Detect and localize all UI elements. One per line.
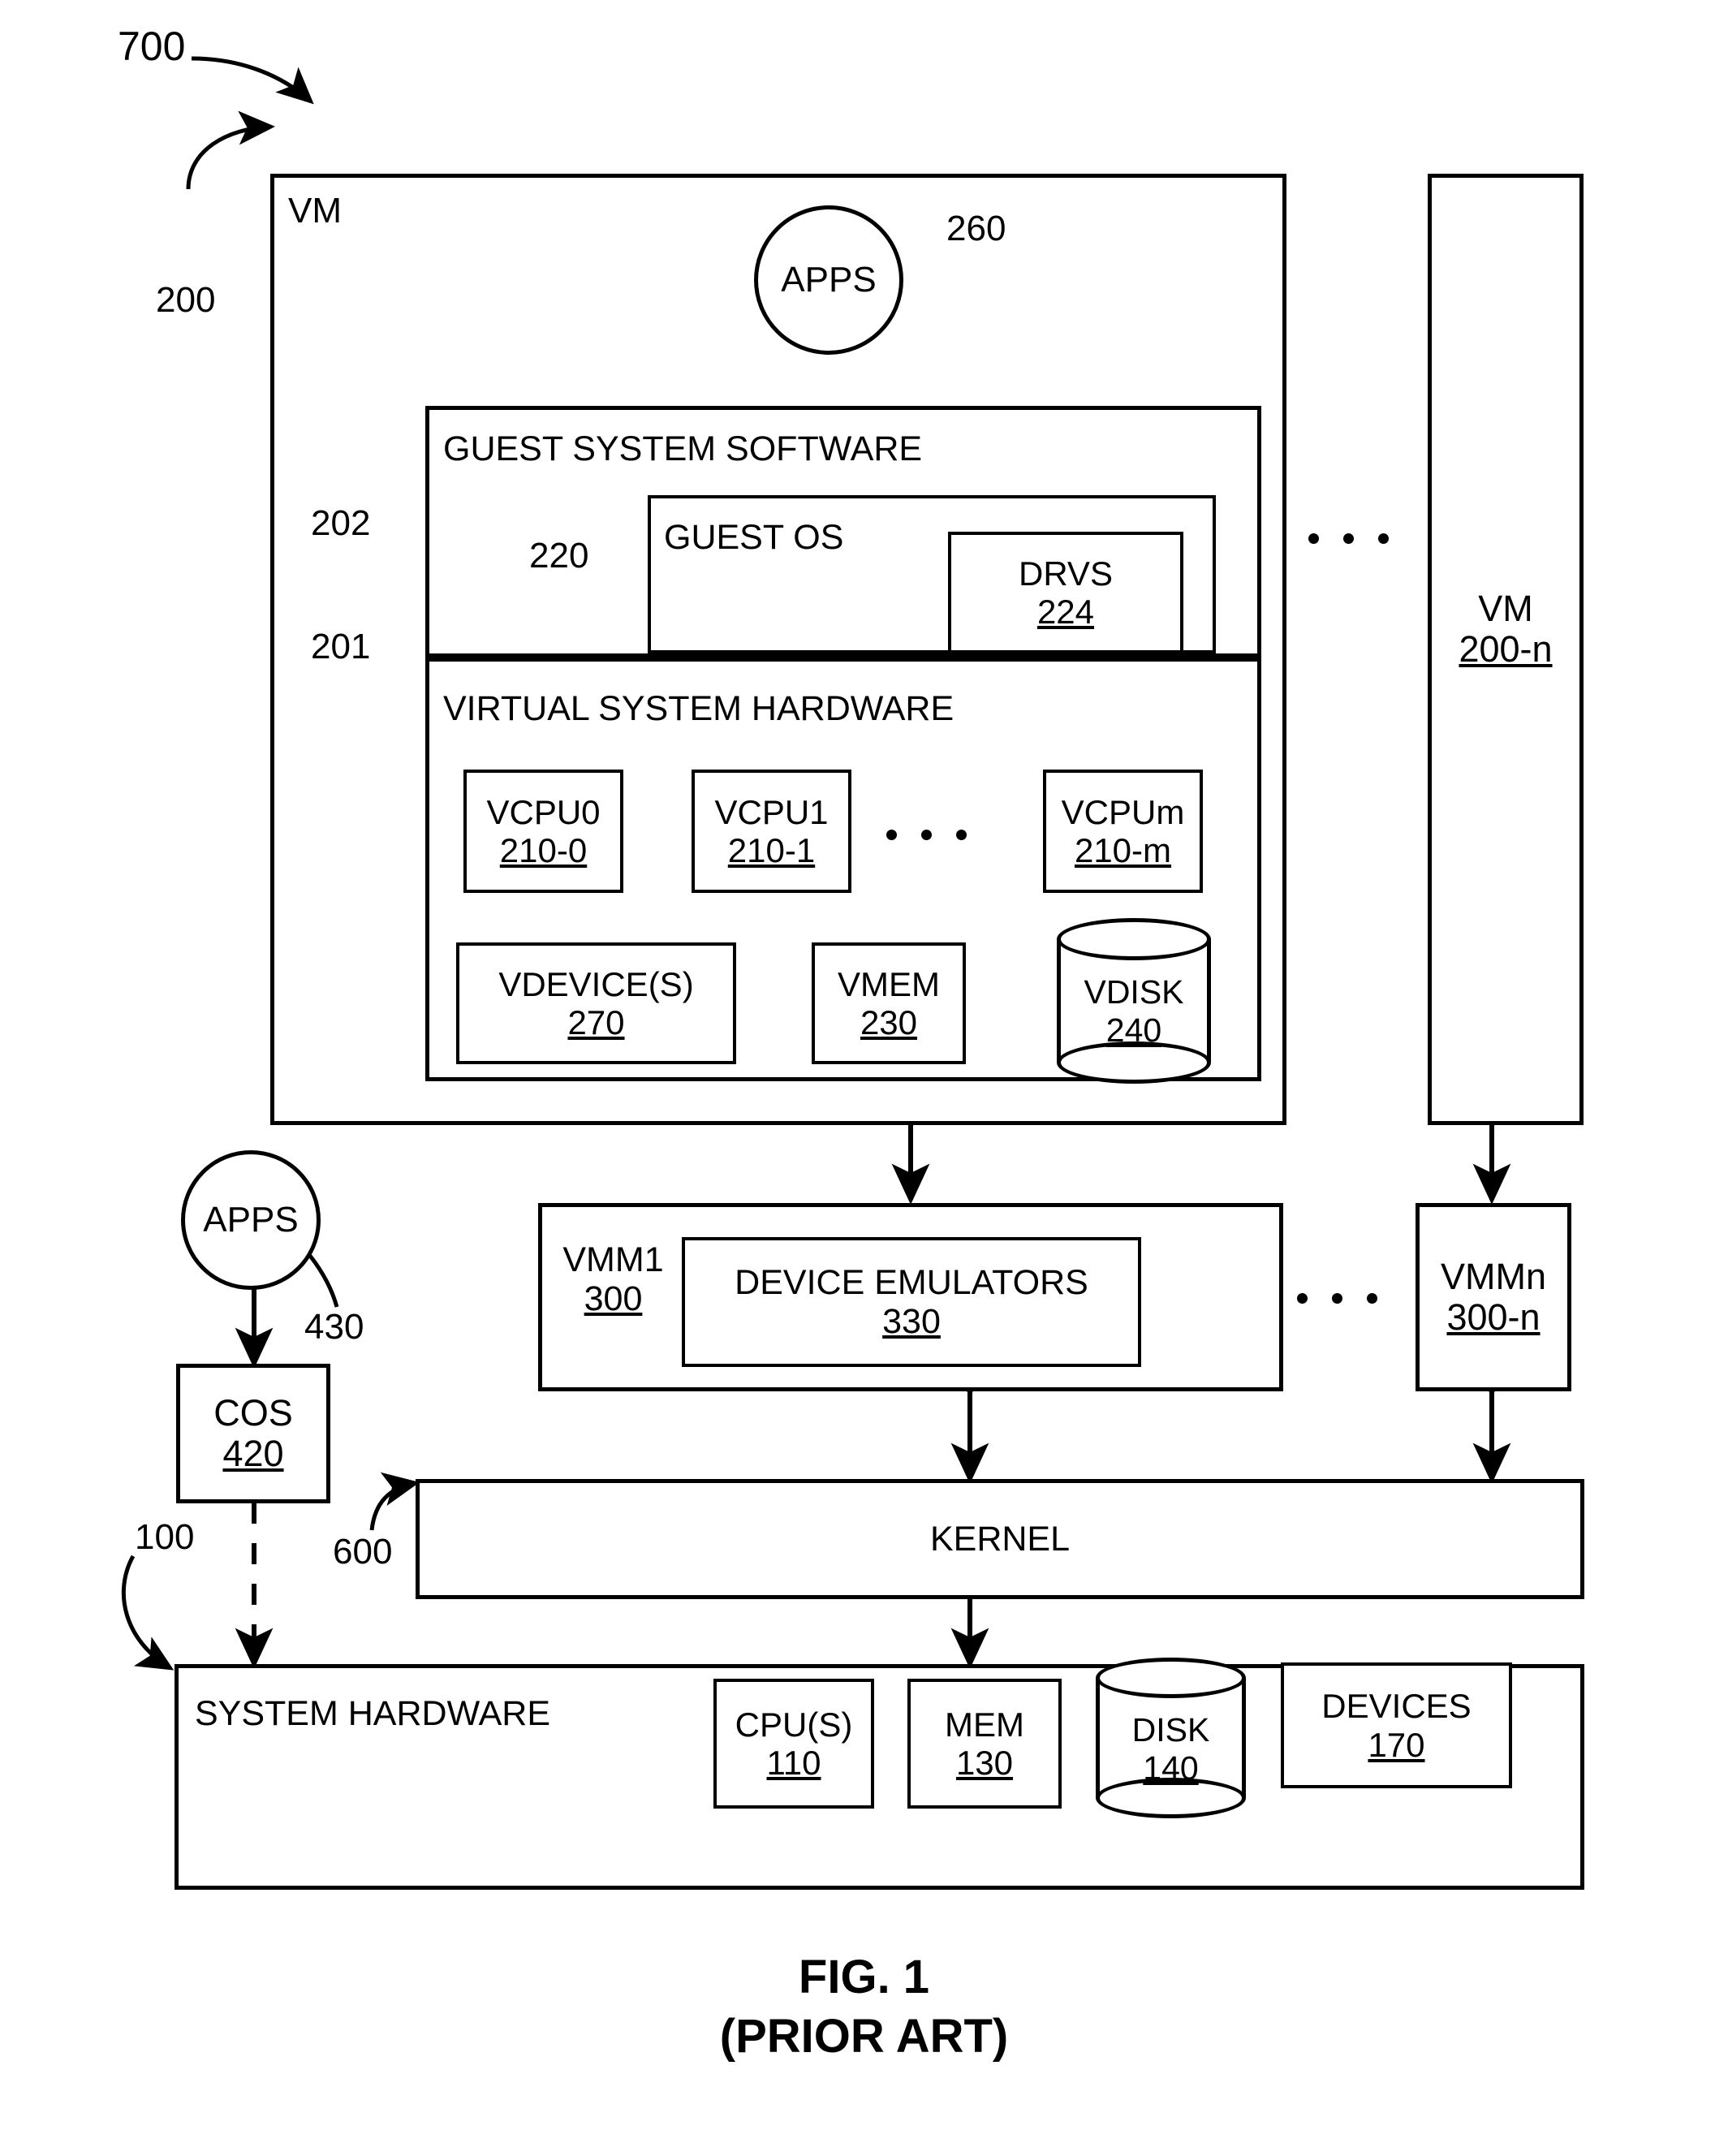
ellipsis-dot (956, 830, 967, 840)
ref-220: 220 (529, 536, 589, 576)
vmem-label-group: VMEM 230 (812, 942, 966, 1064)
guest-system-software-title: GUEST SYSTEM SOFTWARE (443, 429, 923, 468)
vcpu-ellipsis (886, 830, 967, 840)
vmm1-label-group: VMM1 300 (550, 1214, 676, 1344)
drvs-ref: 224 (1036, 593, 1095, 631)
vdisk-label-group: VDISK 240 (1057, 951, 1211, 1072)
apps-430-circle: APPS (181, 1150, 321, 1290)
vcpu1-label-group: VCPU1 210-1 (692, 770, 851, 893)
vcpu1-ref: 210-1 (727, 831, 816, 869)
devices-label: DEVICES (1321, 1687, 1472, 1726)
ref-430: 430 (304, 1307, 364, 1347)
ellipsis-dot (886, 830, 897, 840)
vm-200n-ref: 200-n (1459, 628, 1553, 670)
leader-700 (191, 56, 314, 105)
vm-title: VM (288, 191, 342, 231)
vmmn-label-group: VMMn 300-n (1416, 1203, 1571, 1391)
leader-600 (369, 1472, 420, 1531)
vcpu0-ref: 210-0 (499, 831, 588, 869)
device-emulators-ref: 330 (882, 1302, 941, 1341)
cpus-label: CPU(S) (735, 1705, 853, 1744)
vcpum-ref: 210-m (1074, 831, 1172, 869)
vdevices-label-group: VDEVICE(S) 270 (456, 942, 736, 1064)
vcpu1-label: VCPU1 (714, 792, 829, 831)
mem-label-group: MEM 130 (907, 1679, 1062, 1809)
cos-label: COS (213, 1391, 293, 1434)
vcpu0-label: VCPU0 (486, 792, 601, 831)
ref-100: 100 (135, 1517, 195, 1557)
device-emulators-label: DEVICE EMULATORS (735, 1262, 1088, 1302)
ref-600: 600 (333, 1532, 393, 1572)
disk-label: DISK (1131, 1710, 1210, 1749)
leader-430 (308, 1254, 339, 1308)
kernel-label: KERNEL (929, 1519, 1071, 1559)
apps-260-label: APPS (781, 260, 877, 300)
ref-260: 260 (946, 209, 1006, 248)
kernel-label-group: KERNEL (416, 1479, 1584, 1599)
vcpum-label: VCPUm (1061, 792, 1185, 831)
vmm-row-ellipsis (1297, 1293, 1377, 1304)
apps-260-circle: APPS (754, 205, 903, 355)
disk-label-group: DISK 140 (1096, 1690, 1246, 1809)
figure-number-700: 700 (118, 24, 186, 69)
ellipsis-dot (1378, 533, 1389, 544)
vmm1-ref: 300 (584, 1279, 643, 1318)
vmem-label: VMEM (838, 964, 940, 1003)
ellipsis-dot (1308, 533, 1319, 544)
patent-figure-fig1: 700 VM 200 APPS 260 GUEST SYSTEM SOFTWAR… (0, 0, 1728, 2156)
virtual-system-hardware-title: VIRTUAL SYSTEM HARDWARE (443, 689, 954, 728)
figure-caption-line2: (PRIOR ART) (719, 2009, 1009, 2063)
drvs-label: DRVS (1019, 554, 1113, 593)
ellipsis-dot (1367, 1293, 1377, 1304)
devices-ref: 170 (1368, 1725, 1425, 1764)
vm-200n-label-group: VM 200-n (1428, 568, 1584, 690)
ref-202: 202 (311, 503, 371, 543)
ellipsis-dot (921, 830, 932, 840)
devices-label-group: DEVICES 170 (1281, 1662, 1512, 1788)
mem-label: MEM (945, 1705, 1024, 1744)
guest-os-title: GUEST OS (664, 518, 844, 557)
ref-200: 200 (156, 280, 216, 320)
cpus-label-group: CPU(S) 110 (713, 1679, 874, 1809)
ellipsis-dot (1297, 1293, 1308, 1304)
leader-200 (186, 110, 275, 190)
vmem-ref: 230 (860, 1003, 918, 1041)
vdisk-ref: 240 (1105, 1011, 1162, 1049)
vm-row-ellipsis (1308, 533, 1389, 544)
apps-430-label: APPS (203, 1200, 299, 1240)
ellipsis-dot (1343, 533, 1354, 544)
drvs-label-group: DRVS 224 (948, 532, 1183, 653)
disk-ref: 140 (1143, 1749, 1199, 1787)
mem-ref: 130 (955, 1744, 1014, 1782)
vmm1-label: VMM1 (562, 1240, 664, 1279)
vmmn-ref: 300-n (1446, 1296, 1541, 1338)
vdevices-ref: 270 (567, 1003, 625, 1041)
figure-caption-line1: FIG. 1 (798, 1951, 930, 2003)
figure-caption: FIG. 1 (PRIOR ART) (0, 1948, 1728, 2066)
vcpu0-label-group: VCPU0 210-0 (463, 770, 623, 893)
device-emulators-label-group: DEVICE EMULATORS 330 (682, 1237, 1141, 1367)
disk-cylinder: DISK 140 (1096, 1658, 1246, 1820)
ref-201: 201 (311, 627, 371, 666)
leader-100 (121, 1554, 175, 1671)
vdevices-label: VDEVICE(S) (498, 964, 694, 1003)
cpus-ref: 110 (766, 1744, 821, 1782)
cos-label-group: COS 420 (176, 1364, 330, 1503)
ellipsis-dot (1332, 1293, 1342, 1304)
vdisk-label: VDISK (1084, 972, 1184, 1011)
vmmn-label: VMMn (1440, 1255, 1546, 1297)
cos-ref: 420 (222, 1433, 284, 1474)
system-hardware-title: SYSTEM HARDWARE (195, 1694, 550, 1733)
vm-200n-label: VM (1478, 587, 1533, 629)
vdisk-cylinder: VDISK 240 (1057, 918, 1211, 1084)
vcpum-label-group: VCPUm 210-m (1043, 770, 1203, 893)
